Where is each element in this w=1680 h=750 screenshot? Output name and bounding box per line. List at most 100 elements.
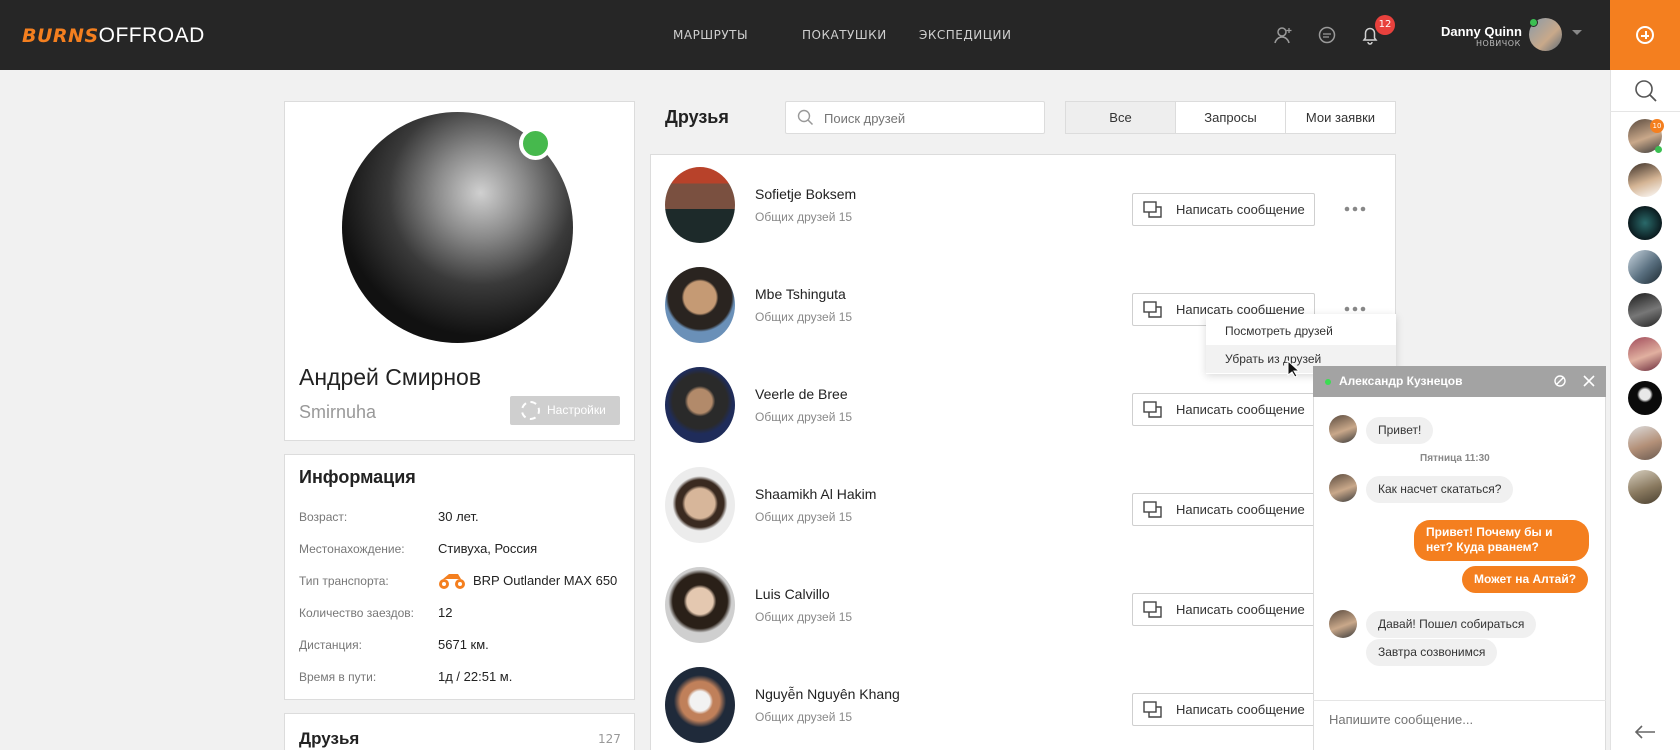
friend-name[interactable]: Luis Calvillo <box>755 586 830 602</box>
add-button[interactable] <box>1610 0 1680 70</box>
nav-rides[interactable]: ПОКАТУШКИ <box>802 28 887 42</box>
info-value-rides: 12 <box>438 605 453 620</box>
friend-mutual: Общих друзей 15 <box>755 210 853 224</box>
contact-avatar[interactable] <box>1628 293 1662 327</box>
user-rank: НОВИЧОК <box>1476 39 1521 48</box>
chat-divider <box>1313 700 1606 701</box>
info-value-distance: 5671 км. <box>438 637 489 652</box>
more-options-icon[interactable] <box>1344 204 1366 214</box>
info-value-location: Стивуха, Россия <box>438 541 538 556</box>
chat-message-input[interactable] <box>1329 709 1589 729</box>
chat-contact-avatar <box>1329 610 1357 638</box>
chevron-down-icon[interactable] <box>1572 30 1582 35</box>
nav-routes[interactable]: МАРШРУТЫ <box>673 28 748 42</box>
filter-my-requests[interactable]: Мои заявки <box>1285 101 1396 134</box>
logo-text: OFFROAD <box>98 24 205 47</box>
menu-item-view-friends[interactable]: Посмотреть друзей <box>1206 317 1396 345</box>
plus-icon <box>1636 26 1654 44</box>
add-friend-icon[interactable] <box>1272 24 1294 46</box>
contact-avatar[interactable] <box>1628 426 1662 460</box>
friend-avatar[interactable] <box>665 667 735 743</box>
chat-message-out: Привет! Почему бы и нет? Куда рванем? <box>1414 520 1589 561</box>
message-icon <box>1143 201 1162 218</box>
friends-search-input[interactable] <box>824 109 1034 127</box>
chat-title: Александр Кузнецов <box>1339 374 1463 388</box>
gear-icon <box>521 401 540 420</box>
nav-expeditions[interactable]: ЭКСПЕДИЦИИ <box>919 28 1012 42</box>
contact-avatar[interactable] <box>1628 337 1662 371</box>
user-name[interactable]: Danny Quinn <box>1441 24 1522 39</box>
logo-brand: BURNS <box>22 25 99 47</box>
info-value-age: 30 лет. <box>438 509 479 524</box>
chat-message-line: нет? Куда рванем? <box>1426 540 1539 554</box>
minimize-icon[interactable] <box>1553 374 1567 388</box>
chat-message: Завтра созвонимся <box>1366 639 1498 666</box>
chat-contact-avatar <box>1329 415 1357 443</box>
filter-requests[interactable]: Запросы <box>1175 101 1286 134</box>
friend-mutual: Общих друзей 15 <box>755 710 853 724</box>
filter-all[interactable]: Все <box>1065 101 1176 134</box>
friend-name[interactable]: Nguyễn Nguyên Khang <box>755 686 900 702</box>
contact-avatar[interactable] <box>1628 250 1662 284</box>
friend-mutual: Общих друзей 15 <box>755 510 853 524</box>
friend-avatar[interactable] <box>665 267 735 343</box>
message-icon <box>1143 501 1162 518</box>
info-label-time: Время в пути: <box>299 670 377 684</box>
info-label-age: Возраст: <box>299 510 348 524</box>
online-indicator <box>519 127 552 160</box>
friend-avatar[interactable] <box>665 567 735 643</box>
friends-count: 127 <box>598 732 621 746</box>
chat-message-line: Привет! Почему бы и <box>1426 525 1553 539</box>
info-label-location: Местонахождение: <box>299 542 405 556</box>
notifications-badge: 12 <box>1375 15 1395 35</box>
contact-avatar[interactable] <box>1628 163 1662 197</box>
message-icon <box>1143 701 1162 718</box>
arrow-left-icon[interactable] <box>1634 724 1656 740</box>
unread-badge: 10 <box>1650 119 1664 133</box>
friend-mutual: Общих друзей 15 <box>755 610 853 624</box>
contact-avatar[interactable] <box>1628 206 1662 240</box>
search-icon[interactable] <box>1633 78 1659 104</box>
chat-message: Давай! Пошел собираться <box>1366 611 1537 638</box>
friend-name[interactable]: Sofietje Boksem <box>755 186 856 202</box>
friends-list <box>650 154 1396 750</box>
friend-mutual: Общих друзей 15 <box>755 310 853 324</box>
message-icon <box>1143 601 1162 618</box>
user-online-indicator <box>1529 18 1538 27</box>
friends-box-title: Друзья <box>299 729 360 748</box>
chat-date: Пятница 11:30 <box>1420 453 1490 464</box>
search-icon <box>797 109 814 126</box>
chat-message: Привет! <box>1366 417 1434 444</box>
logo[interactable]: BURNSOFFROAD <box>22 24 205 48</box>
chat-online-indicator <box>1325 379 1331 385</box>
info-value-time: 1д / 22:51 м. <box>438 669 513 684</box>
message-icon <box>1143 401 1162 418</box>
messages-icon[interactable] <box>1316 24 1338 46</box>
chat-message-out: Может на Алтай? <box>1462 566 1589 593</box>
cursor-icon <box>1287 360 1299 378</box>
friend-mutual: Общих друзей 15 <box>755 410 853 424</box>
friend-avatar[interactable] <box>665 467 735 543</box>
more-options-icon[interactable] <box>1344 304 1366 314</box>
chat-message: Как насчет скататься? <box>1366 476 1514 503</box>
close-icon[interactable] <box>1582 374 1596 388</box>
info-title: Информация <box>299 467 416 487</box>
friends-title: Друзья <box>665 107 729 127</box>
contact-avatar[interactable] <box>1628 381 1662 415</box>
atv-icon <box>439 574 465 589</box>
message-icon <box>1143 301 1162 318</box>
friend-name[interactable]: Veerle de Bree <box>755 386 848 402</box>
profile-name: Андрей Смирнов <box>299 364 482 390</box>
friend-avatar[interactable] <box>665 167 735 243</box>
info-label-distance: Дистанция: <box>299 638 362 652</box>
info-label-rides: Количество заездов: <box>299 606 414 620</box>
friend-avatar[interactable] <box>665 367 735 443</box>
contact-avatar[interactable] <box>1628 470 1662 504</box>
info-value-vehicle: BRP Outlander MAX 650 <box>473 573 618 588</box>
friend-name[interactable]: Mbe Tshinguta <box>755 286 846 302</box>
friends-search-box <box>785 101 1045 134</box>
friend-name[interactable]: Shaamikh Al Hakim <box>755 486 876 502</box>
contact-online-indicator <box>1655 146 1662 153</box>
profile-nickname: Smirnuha <box>299 402 377 422</box>
chat-contact-avatar <box>1329 474 1357 502</box>
